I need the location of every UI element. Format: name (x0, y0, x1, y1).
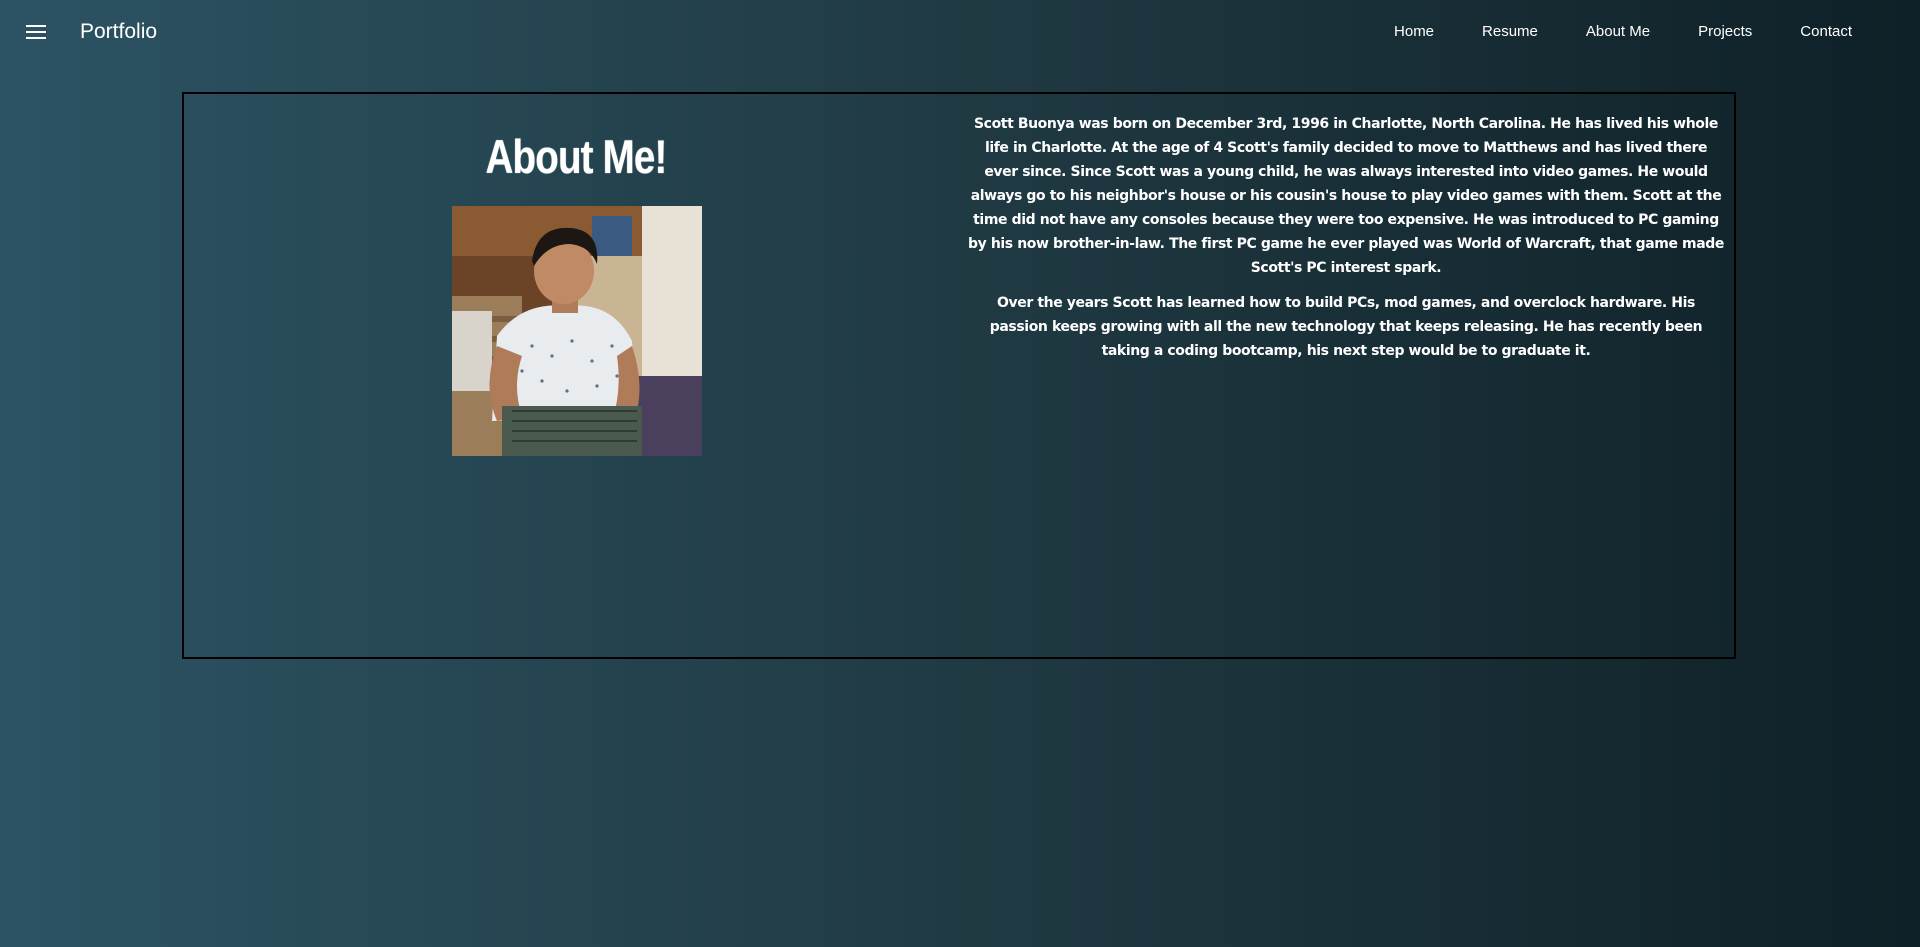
nav-links: Home Resume About Me Projects Contact (1370, 0, 1876, 64)
navbar: Portfolio Home Resume About Me Projects … (0, 0, 1920, 64)
brand-logo-link[interactable]: Portfolio (80, 18, 157, 46)
nav-link-about-me[interactable]: About Me (1562, 0, 1674, 64)
about-heading: About Me! (485, 130, 667, 183)
nav-link-projects[interactable]: Projects (1674, 0, 1776, 64)
nav-link-resume[interactable]: Resume (1458, 0, 1562, 64)
hamburger-menu-icon[interactable] (26, 25, 46, 39)
nav-link-home[interactable]: Home (1370, 0, 1458, 64)
nav-link-contact[interactable]: Contact (1776, 0, 1876, 64)
about-text-column: Scott Buonya was born on December 3rd, 1… (968, 112, 1724, 374)
about-card: About Me! Scott Buonya was born on Decem… (182, 92, 1736, 659)
about-paragraph-2: Over the years Scott has learned how to … (989, 295, 1703, 359)
profile-photo (452, 206, 702, 456)
about-paragraph-1: Scott Buonya was born on December 3rd, 1… (968, 116, 1724, 276)
